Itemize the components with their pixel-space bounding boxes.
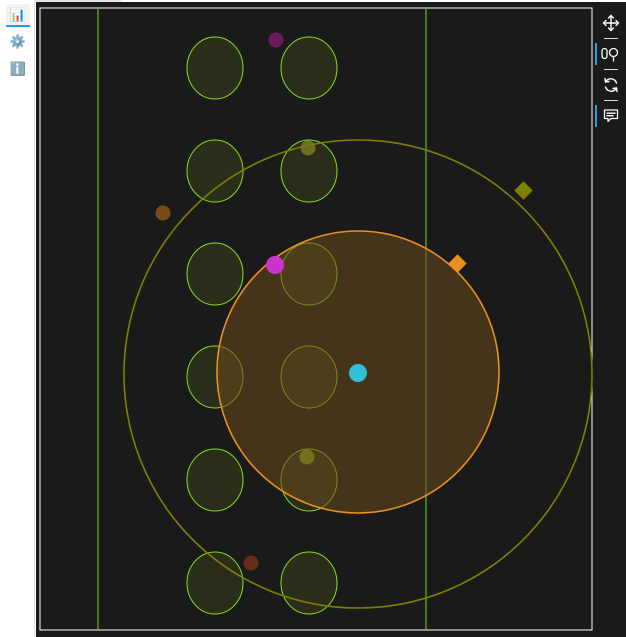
grid-ellipse bbox=[186, 242, 244, 306]
toolbar-separator bbox=[604, 100, 618, 101]
grid-ellipse bbox=[186, 448, 244, 512]
dark-red-dot[interactable] bbox=[243, 555, 259, 571]
brown-dot[interactable] bbox=[155, 205, 171, 221]
chart-icon[interactable]: 📊 bbox=[6, 4, 30, 27]
reset-tool[interactable] bbox=[598, 72, 624, 98]
wheel-zoom-tool[interactable] bbox=[595, 41, 624, 67]
grid-ellipse bbox=[186, 551, 244, 615]
pan-tool[interactable] bbox=[598, 10, 624, 36]
speech-bubble-icon bbox=[603, 109, 619, 123]
grid-ellipse bbox=[280, 551, 338, 615]
plot-toolbar bbox=[595, 2, 626, 637]
dark-magenta-dot[interactable] bbox=[268, 32, 284, 48]
olive-diamond-marker[interactable] bbox=[514, 181, 533, 200]
info-icon[interactable]: ℹ️ bbox=[6, 58, 30, 80]
plot-svg[interactable] bbox=[36, 2, 596, 637]
toolbar-separator bbox=[604, 69, 618, 70]
grid-ellipse bbox=[186, 36, 244, 100]
center-marker[interactable] bbox=[349, 364, 367, 382]
grid-ellipse bbox=[280, 36, 338, 100]
magnifier-zoom-icon bbox=[601, 47, 619, 62]
olive-dot[interactable] bbox=[300, 140, 316, 156]
gear-icon[interactable]: ⚙️ bbox=[6, 31, 30, 53]
magenta-marker[interactable] bbox=[266, 256, 284, 274]
toolbar-separator bbox=[604, 38, 618, 39]
grid-ellipse bbox=[186, 139, 244, 203]
hover-tool[interactable] bbox=[595, 103, 624, 129]
olive-dot[interactable] bbox=[299, 449, 315, 465]
reset-arrows-icon bbox=[604, 77, 618, 93]
move-arrows-icon bbox=[602, 14, 620, 32]
sidebar: 📊 ⚙️ ℹ️ bbox=[0, 0, 35, 637]
plot-canvas[interactable] bbox=[36, 2, 596, 637]
